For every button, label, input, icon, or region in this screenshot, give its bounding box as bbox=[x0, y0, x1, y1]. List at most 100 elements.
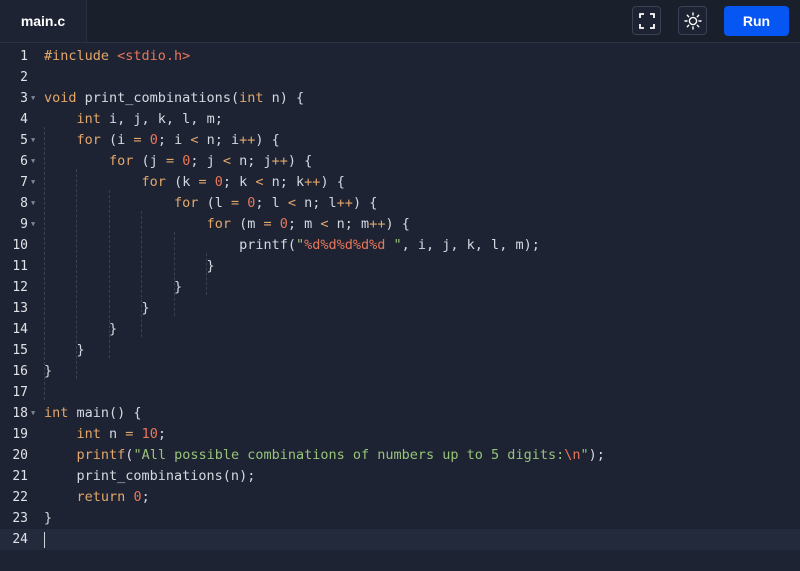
code-token: = bbox=[263, 216, 272, 232]
code-text: void print_combinations(int n) { bbox=[44, 88, 304, 109]
code-token: for bbox=[174, 195, 199, 211]
code-text: } bbox=[44, 361, 52, 382]
code-line[interactable]: 22 return 0; bbox=[0, 487, 800, 508]
code-token: return bbox=[76, 489, 126, 505]
code-text: } bbox=[44, 340, 85, 361]
code-token: n; m bbox=[328, 216, 370, 232]
code-line[interactable]: 21 print_combinations(n); bbox=[0, 466, 800, 487]
code-line[interactable]: 20 printf("All possible combinations of … bbox=[0, 445, 800, 466]
code-line[interactable]: 4 int i, j, k, l, m; bbox=[0, 109, 800, 130]
code-token: = bbox=[133, 132, 142, 148]
code-token: } bbox=[44, 321, 118, 337]
line-number: 19 bbox=[12, 427, 28, 442]
file-tab[interactable]: main.c bbox=[0, 0, 87, 42]
code-token: , i, j, k, l, m); bbox=[401, 237, 540, 253]
code-line[interactable]: 12 } bbox=[0, 277, 800, 298]
code-line[interactable]: 7 ▼ for (k = 0; k < n; k++) { bbox=[0, 172, 800, 193]
code-token: " bbox=[393, 237, 402, 253]
code-text: int main() { bbox=[44, 403, 142, 424]
code-token: < bbox=[287, 195, 297, 211]
code-line[interactable]: 15 } bbox=[0, 340, 800, 361]
run-button[interactable]: Run bbox=[724, 6, 789, 36]
fold-chevron-icon[interactable]: ▼ bbox=[31, 88, 39, 109]
code-line[interactable]: 10 printf("%d%d%d%d%d ", i, j, k, l, m); bbox=[0, 235, 800, 256]
code-line[interactable]: 8 ▼ for (l = 0; l < n; l++) { bbox=[0, 193, 800, 214]
code-line[interactable]: 11 } bbox=[0, 256, 800, 277]
line-number: 9 bbox=[20, 217, 28, 232]
fold-chevron-icon[interactable]: ▼ bbox=[31, 172, 39, 193]
code-token: ) { bbox=[287, 153, 313, 169]
code-text: #include <stdio.h> bbox=[44, 46, 190, 67]
code-text: return 0; bbox=[44, 487, 150, 508]
code-token: printf bbox=[76, 447, 126, 463]
code-text: int i, j, k, l, m; bbox=[44, 109, 223, 130]
code-token: 0 bbox=[214, 174, 223, 190]
line-number: 13 bbox=[12, 301, 28, 316]
fold-chevron-icon[interactable]: ▼ bbox=[31, 130, 39, 151]
code-token: <stdio.h> bbox=[117, 48, 191, 64]
code-text: int n = 10; bbox=[44, 424, 166, 445]
code-token: ); bbox=[588, 447, 605, 463]
code-token: main() { bbox=[68, 405, 142, 421]
line-number: 4 bbox=[20, 112, 28, 127]
code-token: ; i bbox=[157, 132, 191, 148]
run-button-label: Run bbox=[742, 13, 771, 29]
code-line[interactable]: 9 ▼ for (m = 0; m < n; m++) { bbox=[0, 214, 800, 235]
line-number: 11 bbox=[12, 259, 28, 274]
code-token: ++ bbox=[304, 174, 321, 190]
line-number: 5 bbox=[20, 133, 28, 148]
code-token: = bbox=[165, 153, 175, 169]
code-token: (m bbox=[230, 216, 264, 232]
code-line[interactable]: 23} bbox=[0, 508, 800, 529]
code-token: 0 bbox=[149, 132, 158, 148]
code-token: ++ bbox=[271, 153, 288, 169]
fold-chevron-icon[interactable]: ▼ bbox=[31, 403, 39, 424]
code-token: 0 bbox=[279, 216, 288, 232]
code-token: } bbox=[44, 300, 150, 316]
code-line[interactable]: 1 #include <stdio.h> bbox=[0, 46, 800, 67]
code-token: ) { bbox=[352, 195, 378, 211]
code-line[interactable]: 14 } bbox=[0, 319, 800, 340]
fullscreen-icon bbox=[638, 12, 655, 29]
code-line[interactable]: 24 bbox=[0, 529, 800, 550]
code-line[interactable]: 18 ▼ int main() { bbox=[0, 403, 800, 424]
code-token: "All possible combinations of numbers up… bbox=[133, 447, 565, 463]
code-token: (k bbox=[165, 174, 199, 190]
code-line[interactable]: 5 ▼ for (i = 0; i < n; i++) { bbox=[0, 130, 800, 151]
code-line[interactable]: 3 ▼ void print_combinations(int n) { bbox=[0, 88, 800, 109]
line-number: 3 bbox=[20, 91, 28, 106]
code-token: (l bbox=[198, 195, 231, 211]
fold-chevron-icon[interactable]: ▼ bbox=[31, 193, 39, 214]
code-token: = bbox=[198, 174, 207, 190]
code-line[interactable]: 19 int n = 10; bbox=[0, 424, 800, 445]
code-token: int bbox=[76, 426, 101, 442]
code-line[interactable]: 17 bbox=[0, 382, 800, 403]
code-line[interactable]: 6 ▼ for (j = 0; j < n; j++) { bbox=[0, 151, 800, 172]
code-token: %d%d%d%d%d bbox=[304, 237, 394, 253]
code-text: for (m = 0; m < n; m++) { bbox=[44, 214, 410, 235]
code-token: n; j bbox=[231, 153, 272, 169]
code-line[interactable]: 2 bbox=[0, 67, 800, 88]
code-text: for (i = 0; i < n; i++) { bbox=[44, 130, 280, 151]
code-token: i, j, k, l, m; bbox=[100, 111, 223, 127]
theme-toggle-button[interactable] bbox=[678, 6, 707, 35]
code-line[interactable]: 13 } bbox=[0, 298, 800, 319]
code-text: } bbox=[44, 277, 182, 298]
code-text: print_combinations(n); bbox=[44, 466, 256, 487]
code-line[interactable]: 16} bbox=[0, 361, 800, 382]
code-token: = bbox=[230, 195, 240, 211]
code-token: < bbox=[255, 174, 264, 190]
code-token: } bbox=[44, 363, 53, 379]
fold-chevron-icon[interactable]: ▼ bbox=[31, 151, 39, 172]
fold-chevron-icon[interactable]: ▼ bbox=[31, 214, 39, 235]
code-token: 10 bbox=[141, 426, 158, 442]
code-editor[interactable]: 1 #include <stdio.h> 2 3 ▼ void print_combina… bbox=[0, 43, 800, 571]
fullscreen-button[interactable] bbox=[632, 6, 661, 35]
line-number: 10 bbox=[12, 238, 28, 253]
code-token: print_combinations(n); bbox=[44, 468, 256, 484]
